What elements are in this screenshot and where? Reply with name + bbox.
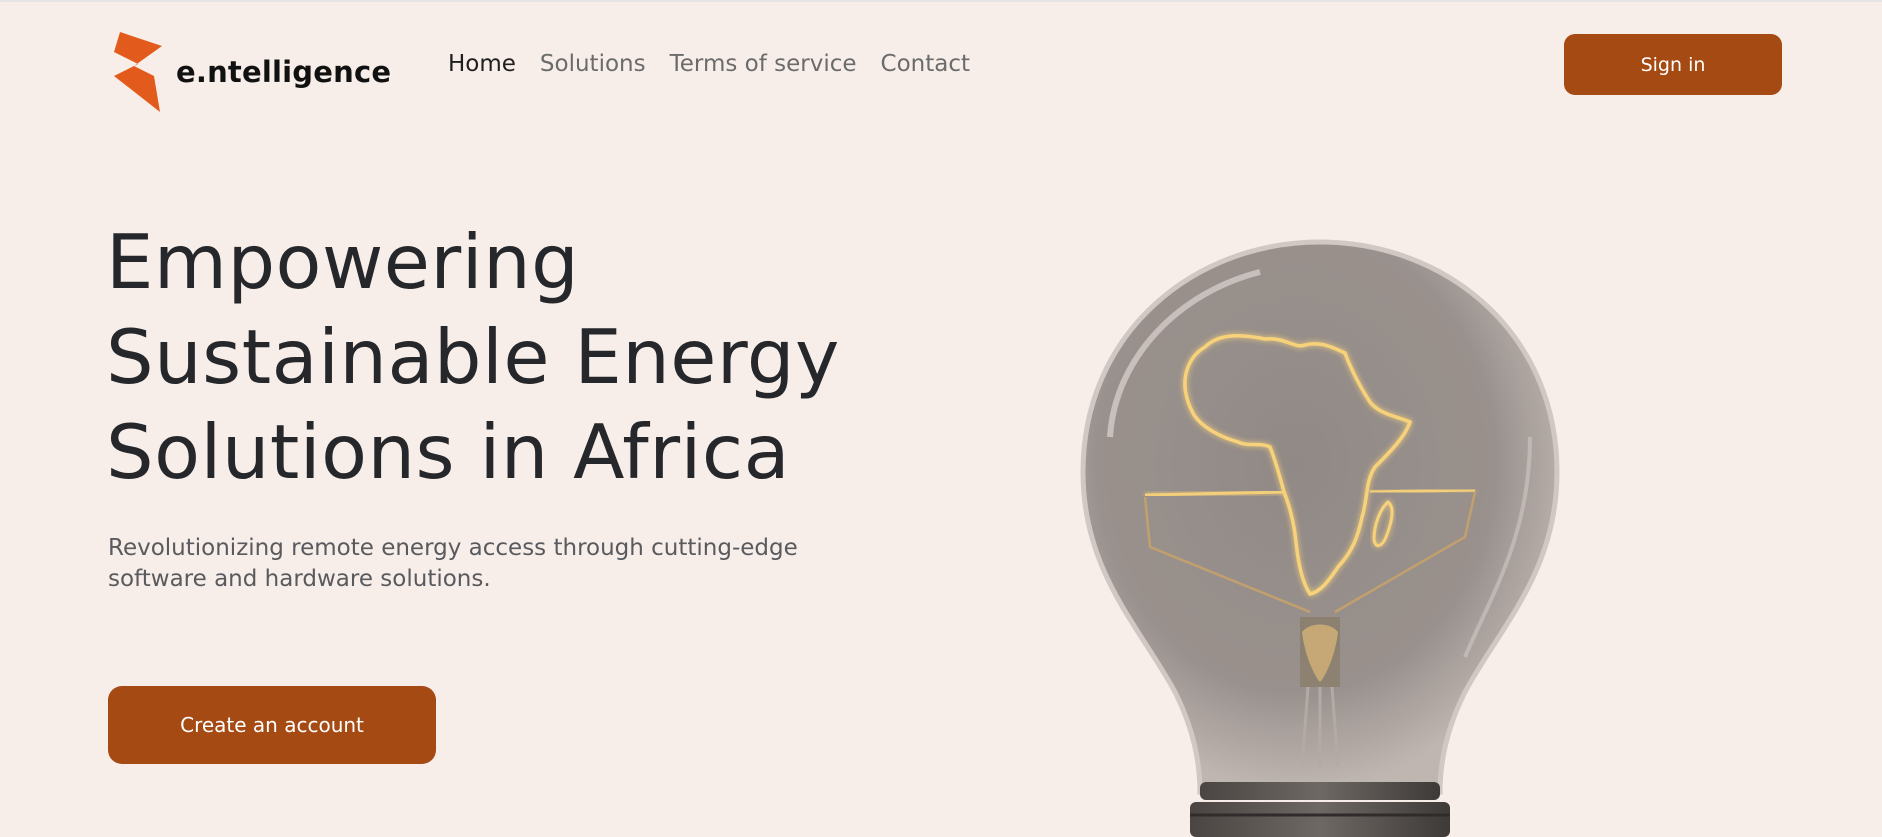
hero-title-line: Sustainable Energy — [106, 313, 840, 401]
lightning-bolt-icon — [114, 32, 162, 112]
light-bulb-image — [1080, 239, 1560, 837]
hero-subtitle-line: Revolutionizing remote energy access thr… — [108, 535, 798, 561]
hero-title-line: Solutions in Africa — [106, 408, 791, 496]
hero-title: Empowering Sustainable Energy Solutions … — [106, 215, 966, 500]
nav-item-solutions[interactable]: Solutions — [540, 48, 646, 80]
nav-item-terms[interactable]: Terms of service — [670, 48, 857, 80]
nav-item-contact[interactable]: Contact — [881, 48, 970, 80]
site-header: e.ntelligence Home Solutions Terms of se… — [0, 2, 1882, 127]
brand-name: e.ntelligence — [176, 55, 392, 89]
create-account-button[interactable]: Create an account — [108, 686, 436, 764]
nav-item-home[interactable]: Home — [448, 48, 516, 80]
hero-title-line: Empowering — [106, 218, 580, 306]
hero-subtitle-line: software and hardware solutions. — [108, 566, 491, 592]
hero-subtitle: Revolutionizing remote energy access thr… — [108, 533, 868, 595]
sign-in-button[interactable]: Sign in — [1564, 34, 1782, 95]
brand-logo[interactable]: e.ntelligence — [112, 32, 391, 112]
main-nav: Home Solutions Terms of service Contact — [448, 48, 970, 80]
